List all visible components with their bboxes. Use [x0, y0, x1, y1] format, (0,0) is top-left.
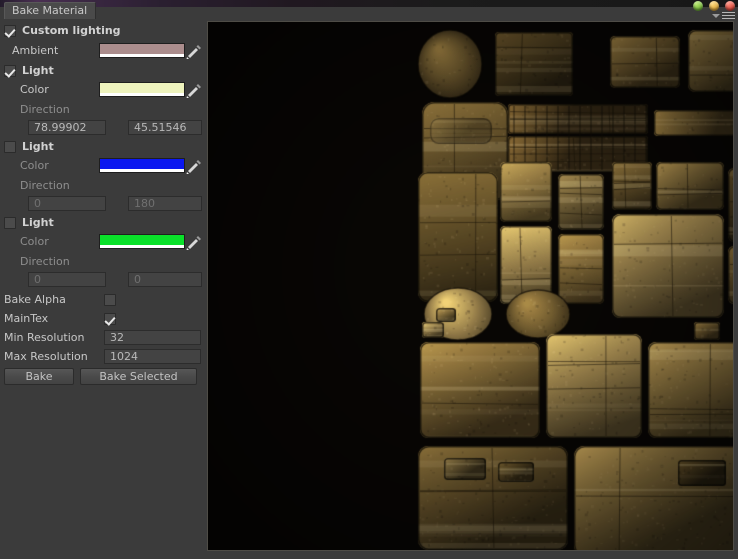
light-2-direction-label: Direction — [20, 255, 70, 268]
bake-selected-button[interactable]: Bake Selected — [80, 368, 197, 385]
max-resolution-input[interactable]: 1024 — [104, 349, 201, 364]
max-resolution-row: Max Resolution 1024 — [0, 347, 203, 366]
ambient-row: Ambient — [0, 41, 203, 60]
light-0-direction-label: Direction — [20, 103, 70, 116]
bake-material-window: Bake Material Custom lighting Ambient Li… — [0, 0, 738, 559]
minimize-button[interactable] — [693, 1, 703, 11]
light-1-color-swatch[interactable] — [99, 158, 185, 173]
window-controls — [693, 1, 735, 11]
light-1-row: Light — [0, 137, 203, 156]
light-1-direction-label: Direction — [20, 179, 70, 192]
light-2-direction-label-row: Direction — [0, 252, 203, 271]
light-1-direction-label-row: Direction — [0, 176, 203, 195]
main-tex-label: MainTex — [4, 312, 49, 325]
window-title-strip — [0, 0, 738, 7]
light-0-direction-label-row: Direction — [0, 100, 203, 119]
custom-lighting-label: Custom lighting — [22, 24, 121, 37]
light-2-color-swatch[interactable] — [99, 234, 185, 249]
light-0-color-swatch[interactable] — [99, 82, 185, 97]
light-1-direction-x-input[interactable]: 0 — [28, 196, 106, 211]
light-0-row: Light — [0, 61, 203, 80]
light-0-color-row: Color — [0, 80, 203, 99]
min-resolution-input[interactable]: 32 — [104, 330, 201, 345]
bake-alpha-row: Bake Alpha — [0, 290, 203, 309]
light-0-enabled-checkbox[interactable] — [4, 64, 16, 77]
light-0-label: Light — [22, 64, 54, 77]
bake-alpha-checkbox[interactable] — [104, 293, 116, 306]
light-2-direction-fields-row: 00 — [0, 270, 203, 289]
ambient-label: Ambient — [12, 44, 59, 57]
light-0-direction-x-input[interactable]: 78.99902 — [28, 120, 106, 135]
menu-bars-icon — [722, 12, 735, 19]
texture-atlas-canvas — [208, 22, 733, 550]
light-0-color-label: Color — [20, 83, 49, 96]
main-tex-row: MainTex — [0, 309, 203, 328]
light-2-label: Light — [22, 216, 54, 229]
ambient-eyedropper-icon[interactable] — [185, 43, 203, 59]
light-2-enabled-checkbox[interactable] — [4, 216, 16, 229]
custom-lighting-checkbox[interactable] — [4, 24, 16, 37]
light-2-row: Light — [0, 213, 203, 232]
bake-actions-row: Bake Bake Selected — [0, 367, 203, 386]
light-1-color-label: Color — [20, 159, 49, 172]
bake-alpha-label: Bake Alpha — [4, 293, 66, 306]
min-resolution-row: Min Resolution 32 — [0, 328, 203, 347]
preview-pane — [203, 19, 738, 559]
light-2-direction-y-input[interactable]: 0 — [128, 272, 202, 287]
close-button[interactable] — [725, 1, 735, 11]
maximize-button[interactable] — [709, 1, 719, 11]
bake-button[interactable]: Bake — [4, 368, 74, 385]
light-1-enabled-checkbox[interactable] — [4, 140, 16, 153]
light-0-eyedropper-icon[interactable] — [185, 82, 203, 98]
min-resolution-label: Min Resolution — [4, 331, 85, 344]
light-2-color-label: Color — [20, 235, 49, 248]
baked-texture-atlas-preview[interactable] — [207, 21, 734, 551]
light-1-label: Light — [22, 140, 54, 153]
light-1-eyedropper-icon[interactable] — [185, 158, 203, 174]
light-2-direction-x-input[interactable]: 0 — [28, 272, 106, 287]
light-0-direction-y-input[interactable]: 45.51546 — [128, 120, 202, 135]
tab-bake-material[interactable]: Bake Material — [4, 2, 96, 19]
bake-material-settings-panel: Custom lighting Ambient Light Color Direct… — [0, 19, 203, 559]
light-0-direction-fields-row: 78.99902 45.51546 — [0, 118, 203, 137]
max-resolution-label: Max Resolution — [4, 350, 88, 363]
light-2-color-row: Color — [0, 232, 203, 251]
light-1-direction-fields-row: 0 180 — [0, 194, 203, 213]
chevron-down-icon — [712, 13, 720, 18]
ambient-color-swatch[interactable] — [99, 43, 185, 58]
light-1-color-row: Color — [0, 156, 203, 175]
light-1-direction-y-input[interactable]: 180 — [128, 196, 202, 211]
hamburger-menu-icon[interactable] — [712, 12, 735, 19]
custom-lighting-row: Custom lighting — [0, 21, 203, 40]
main-tex-checkbox[interactable] — [104, 312, 116, 325]
light-2-eyedropper-icon[interactable] — [185, 234, 203, 250]
